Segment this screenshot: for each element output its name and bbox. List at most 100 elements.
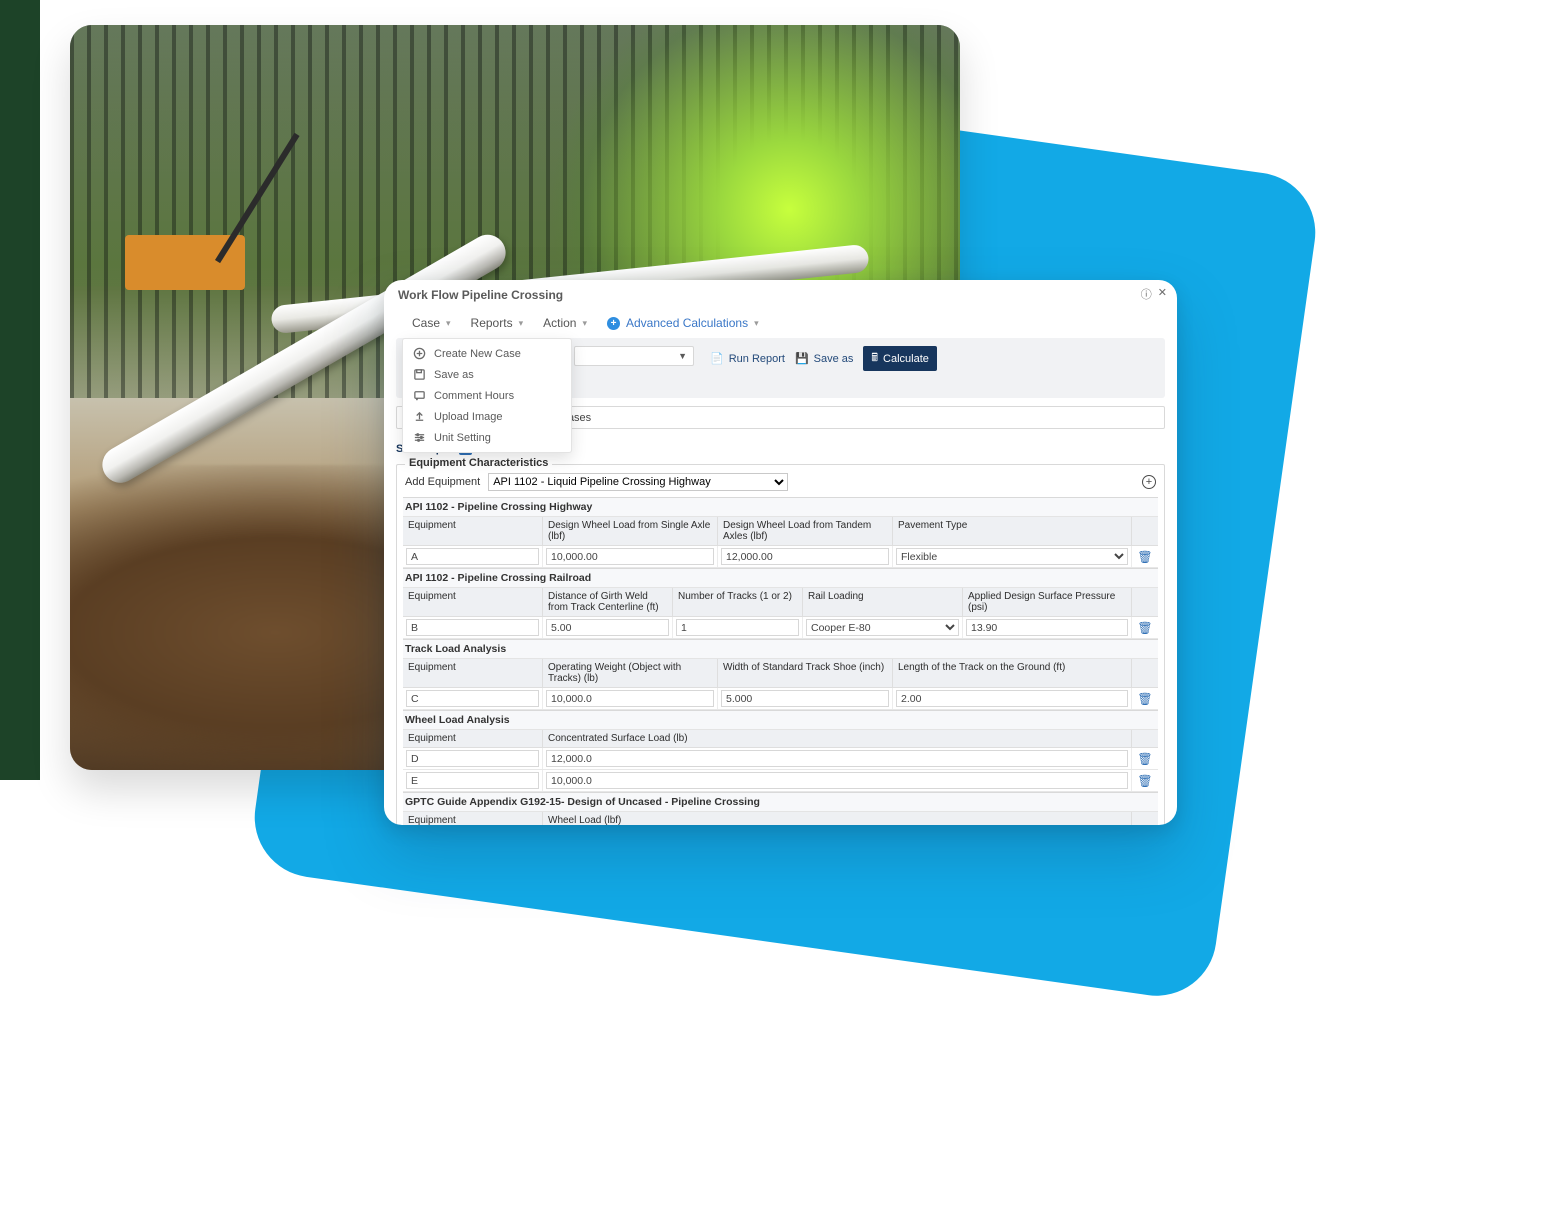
add-equipment-select[interactable]: API 1102 - Liquid Pipeline Crossing High… — [488, 473, 788, 491]
fieldset-legend: Equipment Characteristics — [405, 457, 552, 469]
menu-item-create-new-case[interactable]: Create New Case — [403, 343, 571, 364]
button-label: Calculate — [883, 353, 929, 365]
pavement-type-select[interactable]: Flexible — [896, 548, 1128, 565]
equipment-input[interactable] — [406, 619, 539, 636]
menu-action-label: Action — [543, 316, 576, 330]
surface-load-input[interactable] — [546, 750, 1128, 767]
col-header: Distance of Girth Weld from Track Center… — [543, 588, 673, 616]
plus-circle-icon: + — [607, 317, 620, 330]
surface-load-input[interactable] — [546, 772, 1128, 789]
close-icon[interactable]: ✕ — [1158, 286, 1167, 302]
col-header: Operating Weight (Object with Tracks) (l… — [543, 659, 718, 687]
menu-advanced-label: Advanced Calculations — [626, 316, 748, 330]
block-railroad: API 1102 - Pipeline Crossing Railroad Eq… — [403, 568, 1158, 639]
case-dropdown: Create New Case Save as Comment Hours Up… — [402, 338, 572, 453]
block-title: GPTC Guide Appendix G192-15- Design of U… — [403, 793, 1158, 812]
menu-item-comment-hours[interactable]: Comment Hours — [403, 385, 571, 406]
menu-case[interactable]: Case ▾ — [412, 316, 451, 330]
single-axle-input[interactable] — [546, 548, 714, 565]
equipment-input[interactable] — [406, 750, 539, 767]
col-header: Equipment — [403, 517, 543, 545]
block-highway: API 1102 - Pipeline Crossing Highway Equ… — [403, 497, 1158, 568]
table-row: Cooper E-80 🗑 — [403, 617, 1158, 639]
upload-icon — [413, 410, 426, 423]
menu-item-save-as[interactable]: Save as — [403, 364, 571, 385]
save-icon: 💾 — [795, 352, 809, 365]
col-header: Pavement Type — [893, 517, 1132, 545]
operating-weight-input[interactable] — [546, 690, 714, 707]
menu-item-label: Upload Image — [434, 411, 503, 423]
col-header: Equipment — [403, 588, 543, 616]
col-header: Equipment — [403, 659, 543, 687]
trash-icon[interactable]: 🗑 — [1137, 774, 1152, 788]
girth-weld-distance-input[interactable] — [546, 619, 669, 636]
track-shoe-width-input[interactable] — [721, 690, 889, 707]
save-as-button[interactable]: 💾 Save as — [795, 352, 853, 365]
table-row: 🗑 — [403, 688, 1158, 710]
block-title: Track Load Analysis — [403, 640, 1158, 659]
button-label: Run Report — [729, 353, 785, 365]
chevron-down-icon: ▾ — [446, 318, 451, 329]
app-header: Work Flow Pipeline Crossing ⓘ ✕ — [384, 280, 1177, 308]
report-icon: 📄 — [710, 352, 724, 365]
col-header-actions — [1132, 812, 1158, 825]
help-icon[interactable]: ⓘ — [1141, 286, 1152, 302]
menu-item-unit-setting[interactable]: Unit Setting — [403, 427, 571, 448]
surface-pressure-input[interactable] — [966, 619, 1128, 636]
col-header: Design Wheel Load from Tandem Axles (lbf… — [718, 517, 893, 545]
menu-action[interactable]: Action ▾ — [543, 316, 587, 330]
rail-loading-select[interactable]: Cooper E-80 — [806, 619, 959, 636]
block-title: API 1102 - Pipeline Crossing Railroad — [403, 569, 1158, 588]
add-equipment-label: Add Equipment — [405, 476, 480, 488]
save-icon — [413, 368, 426, 381]
case-select[interactable]: ▼ — [574, 346, 694, 366]
app-window: Work Flow Pipeline Crossing ⓘ ✕ Case ▾ Re… — [384, 280, 1177, 825]
equipment-input[interactable] — [406, 772, 539, 789]
col-header: Applied Design Surface Pressure (psi) — [963, 588, 1132, 616]
col-header: Concentrated Surface Load (lb) — [543, 730, 1132, 747]
col-header-actions — [1132, 730, 1158, 747]
col-header: Length of the Track on the Ground (ft) — [893, 659, 1132, 687]
page-green-accent — [0, 0, 40, 780]
col-header-actions — [1132, 659, 1158, 687]
chevron-down-icon: ▾ — [519, 318, 524, 329]
menu-advanced-calculations[interactable]: + Advanced Calculations ▾ — [607, 316, 759, 330]
menu-item-label: Unit Setting — [434, 432, 491, 444]
col-header-actions — [1132, 588, 1158, 616]
menu-case-label: Case — [412, 316, 440, 330]
chevron-down-icon: ▾ — [754, 318, 759, 329]
calculator-icon: 🖩 — [871, 349, 878, 368]
equipment-input[interactable] — [406, 548, 539, 565]
equipment-characteristics-fieldset: Equipment Characteristics Add Equipment … — [396, 464, 1165, 825]
run-report-button[interactable]: 📄 Run Report — [710, 352, 785, 365]
equipment-input[interactable] — [406, 690, 539, 707]
menu-item-upload-image[interactable]: Upload Image — [403, 406, 571, 427]
block-title: Wheel Load Analysis — [403, 711, 1158, 730]
menu-reports[interactable]: Reports ▾ — [471, 316, 524, 330]
block-wheel-load: Wheel Load Analysis Equipment Concentrat… — [403, 710, 1158, 792]
col-header: Equipment — [403, 812, 543, 825]
app-title: Work Flow Pipeline Crossing — [398, 288, 563, 302]
track-ground-length-input[interactable] — [896, 690, 1128, 707]
chevron-down-icon: ▾ — [582, 318, 587, 329]
menu-reports-label: Reports — [471, 316, 513, 330]
block-gptc: GPTC Guide Appendix G192-15- Design of U… — [403, 792, 1158, 825]
tandem-axle-input[interactable] — [721, 548, 889, 565]
button-label: Save as — [814, 353, 854, 365]
add-equipment-row: Add Equipment API 1102 - Liquid Pipeline… — [403, 473, 1158, 497]
col-header-actions — [1132, 517, 1158, 545]
table-row: Flexible 🗑 — [403, 546, 1158, 568]
trash-icon[interactable]: 🗑 — [1137, 550, 1152, 564]
comment-icon — [413, 389, 426, 402]
add-equipment-plus-button[interactable]: + — [1142, 475, 1156, 489]
calculate-button[interactable]: 🖩 Calculate — [863, 346, 936, 371]
settings-sliders-icon — [413, 431, 426, 444]
tracks-number-input[interactable] — [676, 619, 799, 636]
trash-icon[interactable]: 🗑 — [1137, 692, 1152, 706]
trash-icon[interactable]: 🗑 — [1137, 621, 1152, 635]
col-header: Equipment — [403, 730, 543, 747]
table-row: 🗑 — [403, 770, 1158, 792]
caret-down-icon: ▼ — [678, 351, 687, 361]
col-header: Design Wheel Load from Single Axle (lbf) — [543, 517, 718, 545]
trash-icon[interactable]: 🗑 — [1137, 752, 1152, 766]
